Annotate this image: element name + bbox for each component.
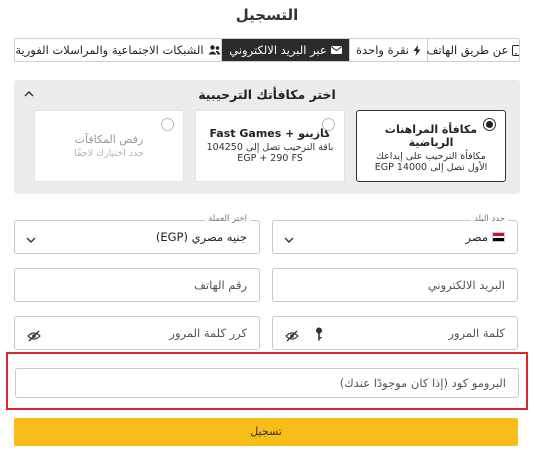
- lightning-icon: [413, 44, 421, 56]
- key-icon[interactable]: [315, 326, 323, 341]
- collapse-chevron-up-icon[interactable]: [24, 86, 34, 100]
- password-field[interactable]: كلمة المرور: [272, 316, 518, 350]
- bonus-option-casino[interactable]: كازينو + Fast Games باقة الترحيب تصل إلى…: [195, 110, 345, 182]
- users-icon: [208, 45, 221, 55]
- tab-email-label: عبر البريد الالكتروني: [229, 43, 327, 57]
- bonus-radio-decline[interactable]: [161, 118, 174, 131]
- bonus-option-title: رفض المكافآت: [74, 133, 144, 146]
- promo-code-highlight: البرومو كود (إذا كان موجودًا عندك): [6, 352, 528, 410]
- confirm-password-field[interactable]: كرر كلمة المرور: [14, 316, 260, 350]
- confirm-password-placeholder: كرر كلمة المرور: [169, 326, 247, 340]
- tab-email[interactable]: عبر البريد الالكتروني: [221, 39, 350, 61]
- country-select-label: حدد البلد: [471, 214, 508, 224]
- country-select-value: مصر: [465, 230, 488, 244]
- bonus-option-decline[interactable]: رفض المكافآت حدد اختيارك لاحقًا: [34, 110, 184, 182]
- tab-phone[interactable]: عن طريق الهاتف: [427, 39, 519, 61]
- bonus-option-title: مكافأة المراهنات الرياضية: [384, 123, 478, 149]
- page-title: التسجيل: [235, 6, 299, 24]
- currency-select[interactable]: اختر العملة جنيه مصري (EGP): [14, 214, 260, 254]
- email-field[interactable]: البريد الالكتروني: [272, 268, 518, 302]
- promo-code-placeholder: البرومو كود (إذا كان موجودًا عندك): [339, 376, 506, 390]
- email-field-placeholder: البريد الالكتروني: [427, 278, 505, 292]
- registration-method-tabs: عن طريق الهاتف نقرة واحدة عبر البريد الا…: [14, 38, 520, 62]
- chevron-down-icon: [25, 231, 37, 243]
- bonus-option-title: كازينو + Fast Games: [209, 127, 331, 140]
- phone-icon: [512, 44, 519, 56]
- bonus-heading: اختر مكافأتك الترحيبية: [198, 87, 336, 102]
- eye-slash-icon[interactable]: [285, 327, 299, 342]
- bonus-option-desc: حدد اختيارك لاحقًا: [74, 148, 144, 159]
- chevron-down-icon: [283, 231, 295, 243]
- currency-select-value: جنيه مصري (EGP): [155, 230, 247, 244]
- egypt-flag-icon: [492, 232, 505, 242]
- promo-code-field[interactable]: البرومو كود (إذا كان موجودًا عندك): [15, 368, 519, 398]
- bonus-radio-casino[interactable]: [322, 118, 335, 131]
- tab-one-click-label: نقرة واحدة: [356, 43, 409, 57]
- bonus-option-desc: باقة الترحيب تصل إلى 104250 EGP + 290 FS: [206, 142, 334, 164]
- password-field-placeholder: كلمة المرور: [448, 326, 505, 340]
- bonus-option-desc: مكافأة الترحيب على إيداعك الأول تصل إلى …: [374, 151, 488, 173]
- tab-one-click[interactable]: نقرة واحدة: [349, 39, 427, 61]
- envelope-icon: [330, 46, 342, 54]
- phone-field[interactable]: رقم الهاتف: [14, 268, 260, 302]
- bonus-radio-sports[interactable]: [483, 118, 496, 131]
- currency-select-label: اختر العملة: [205, 214, 250, 224]
- country-select[interactable]: حدد البلد مصر: [272, 214, 518, 254]
- bonus-option-sports[interactable]: مكافأة المراهنات الرياضية مكافأة الترحيب…: [356, 110, 506, 182]
- welcome-bonus-panel: اختر مكافأتك الترحيبية مكافأة المراهنات …: [14, 80, 520, 194]
- phone-field-placeholder: رقم الهاتف: [194, 278, 247, 292]
- tab-social[interactable]: الشبكات الاجتماعية والمراسلات الفورية: [15, 39, 221, 61]
- tab-social-label: الشبكات الاجتماعية والمراسلات الفورية: [15, 43, 204, 57]
- tab-phone-label: عن طريق الهاتف: [426, 43, 509, 57]
- eye-slash-icon[interactable]: [27, 327, 41, 342]
- register-button[interactable]: تسجيل: [14, 418, 518, 446]
